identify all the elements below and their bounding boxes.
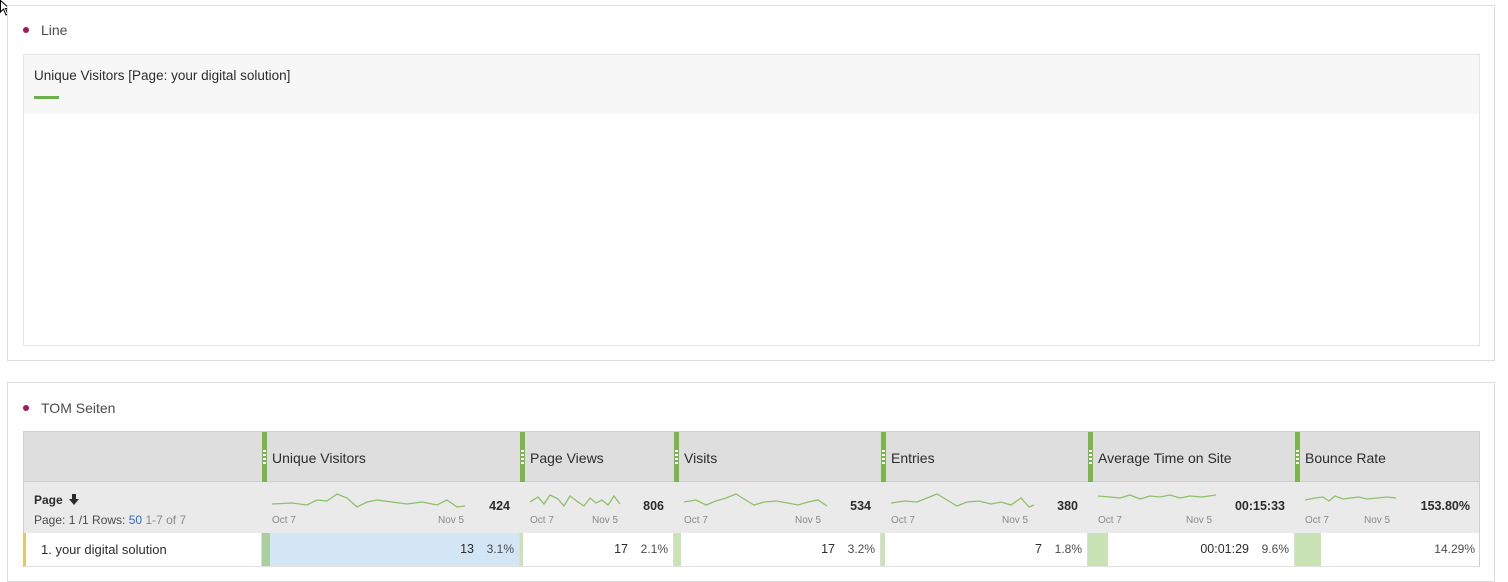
column-summary-page-views: Oct 7 Nov 5 806: [520, 482, 674, 533]
column-header-entries[interactable]: Entries: [881, 432, 1087, 482]
cell-page-views[interactable]: 17 2.1%: [519, 533, 673, 566]
metric-drag-handle[interactable]: [262, 432, 267, 482]
cell-value: 13: [460, 542, 474, 556]
table-row[interactable]: 1. your digital solution 13 3.1% 17 2.1%…: [23, 533, 1480, 567]
share-bar: [1295, 533, 1321, 566]
cell-percent: 3.2%: [847, 542, 875, 556]
cell-entries[interactable]: 7 1.8%: [880, 533, 1087, 566]
share-bar: [262, 533, 270, 566]
panel-title: TOM Seiten: [41, 400, 116, 416]
sort-descending-icon[interactable]: [69, 494, 80, 505]
metric-drag-handle[interactable]: [674, 432, 679, 482]
sparkline-start-date: Oct 7: [891, 515, 915, 526]
column-summary-average-time-on-site: Oct 7 Nov 5 00:15:33: [1088, 482, 1295, 533]
column-total: 806: [643, 499, 664, 513]
freeform-table-panel: TOM Seiten Unique Visitors Page Views Vi…: [7, 382, 1495, 582]
column-header-label: Bounce Rate: [1305, 450, 1386, 466]
sparkline-end-date: Nov 5: [1186, 515, 1213, 526]
panel-status-dot-icon: [23, 27, 29, 33]
cell-value: 7: [1035, 542, 1042, 556]
column-header-visits[interactable]: Visits: [674, 432, 880, 482]
column-header-unique-visitors[interactable]: Unique Visitors: [262, 432, 519, 482]
cell-value: 17: [821, 542, 835, 556]
cell-value: 17: [614, 542, 628, 556]
sparkline-start-date: Oct 7: [684, 515, 708, 526]
cell-percent: 3.1%: [486, 542, 514, 556]
metric-drag-handle[interactable]: [881, 432, 886, 482]
metric-drag-handle[interactable]: [520, 432, 525, 482]
column-header-bounce-rate[interactable]: Bounce Rate: [1295, 432, 1479, 482]
column-summary-visits: Oct 7 Nov 5 534: [674, 482, 881, 533]
column-total: 153.80%: [1420, 499, 1470, 513]
sparkline: [1305, 495, 1397, 502]
legend-swatch-icon: [34, 96, 59, 99]
column-header-label: Visits: [684, 450, 718, 466]
legend-series-label[interactable]: Unique Visitors [Page: your digital solu…: [34, 68, 290, 83]
column-header-average-time-on-site[interactable]: Average Time on Site: [1088, 432, 1294, 482]
sparkline-end-date: Nov 5: [438, 515, 465, 526]
panel-header[interactable]: Line: [23, 22, 67, 38]
sparkline-start-date: Oct 7: [530, 515, 554, 526]
line-chart-area: Unique Visitors [Page: your digital solu…: [23, 54, 1480, 346]
table-pager: Page: 1 /1 Rows: 50 1-7 of 7: [34, 513, 186, 527]
cell-percent: 1.8%: [1054, 542, 1082, 556]
sparkline-end-date: Nov 5: [592, 515, 619, 526]
sparkline-start-date: Oct 7: [1305, 515, 1329, 526]
sparkline: [684, 493, 828, 507]
rows-per-page-dropdown[interactable]: 50: [129, 513, 142, 527]
sparkline: [1098, 494, 1217, 500]
metric-drag-handle[interactable]: [1295, 432, 1300, 482]
sparkline-end-date: Nov 5: [1002, 515, 1029, 526]
line-visualization-panel: Line Unique Visitors [Page: your digital…: [7, 5, 1495, 361]
column-total: 00:15:33: [1234, 499, 1285, 513]
sparkline-start-date: Oct 7: [272, 515, 296, 526]
sparkline: [530, 494, 621, 508]
cell-value: 00:01:29: [1200, 542, 1249, 556]
panel-status-dot-icon: [23, 405, 29, 411]
sparkline: [272, 493, 466, 508]
table-header-row: Unique Visitors Page Views Visits Entrie…: [23, 431, 1480, 482]
share-bar: [674, 533, 681, 566]
column-summary-entries: Oct 7 Nov 5 380: [881, 482, 1088, 533]
cell-percent: 14.29%: [1434, 542, 1475, 556]
panel-title: Line: [41, 22, 68, 38]
dimension-header: Page Page: 1 /1 Rows: 50 1-7 of 7: [34, 491, 186, 527]
dimension-name[interactable]: Page: [34, 493, 63, 507]
column-header-label: Page Views: [530, 450, 604, 466]
table-summary-row: Page Page: 1 /1 Rows: 50 1-7 of 7 Oct 7 …: [23, 482, 1480, 533]
column-summary-unique-visitors: Oct 7 Nov 5 424: [262, 482, 520, 533]
row-dimension-item[interactable]: 1. your digital solution: [41, 542, 167, 557]
sparkline-end-date: Nov 5: [795, 515, 822, 526]
panel-header[interactable]: TOM Seiten: [23, 400, 115, 416]
share-bar: [520, 533, 523, 566]
chart-legend: Unique Visitors [Page: your digital solu…: [24, 55, 1479, 114]
sparkline-end-date: Nov 5: [1364, 515, 1391, 526]
pager-label: Page: 1 /1 Rows:: [34, 513, 126, 527]
column-header-label: Entries: [891, 450, 935, 466]
column-summary-bounce-rate: Oct 7 Nov 5 153.80%: [1295, 482, 1480, 533]
cell-unique-visitors[interactable]: 13 3.1%: [261, 533, 520, 566]
column-total: 424: [489, 499, 510, 513]
column-header-page-views[interactable]: Page Views: [520, 432, 673, 482]
share-bar: [881, 533, 885, 566]
cell-visits[interactable]: 17 3.2%: [673, 533, 880, 566]
sparkline-start-date: Oct 7: [1098, 515, 1122, 526]
metric-drag-handle[interactable]: [1088, 432, 1093, 482]
column-total: 380: [1057, 499, 1078, 513]
cell-percent: 9.6%: [1261, 542, 1289, 556]
cell-average-time-on-site[interactable]: 00:01:29 9.6%: [1087, 533, 1294, 566]
sparkline: [891, 493, 1035, 508]
column-header-label: Unique Visitors: [272, 450, 366, 466]
column-header-label: Average Time on Site: [1098, 450, 1232, 466]
column-total: 534: [850, 499, 871, 513]
cell-selection-highlight: [270, 533, 520, 566]
share-bar: [1088, 533, 1108, 566]
cell-bounce-rate[interactable]: 14.29%: [1294, 533, 1480, 566]
row-range-label: 1-7 of 7: [145, 513, 187, 527]
cell-percent: 2.1%: [640, 542, 668, 556]
